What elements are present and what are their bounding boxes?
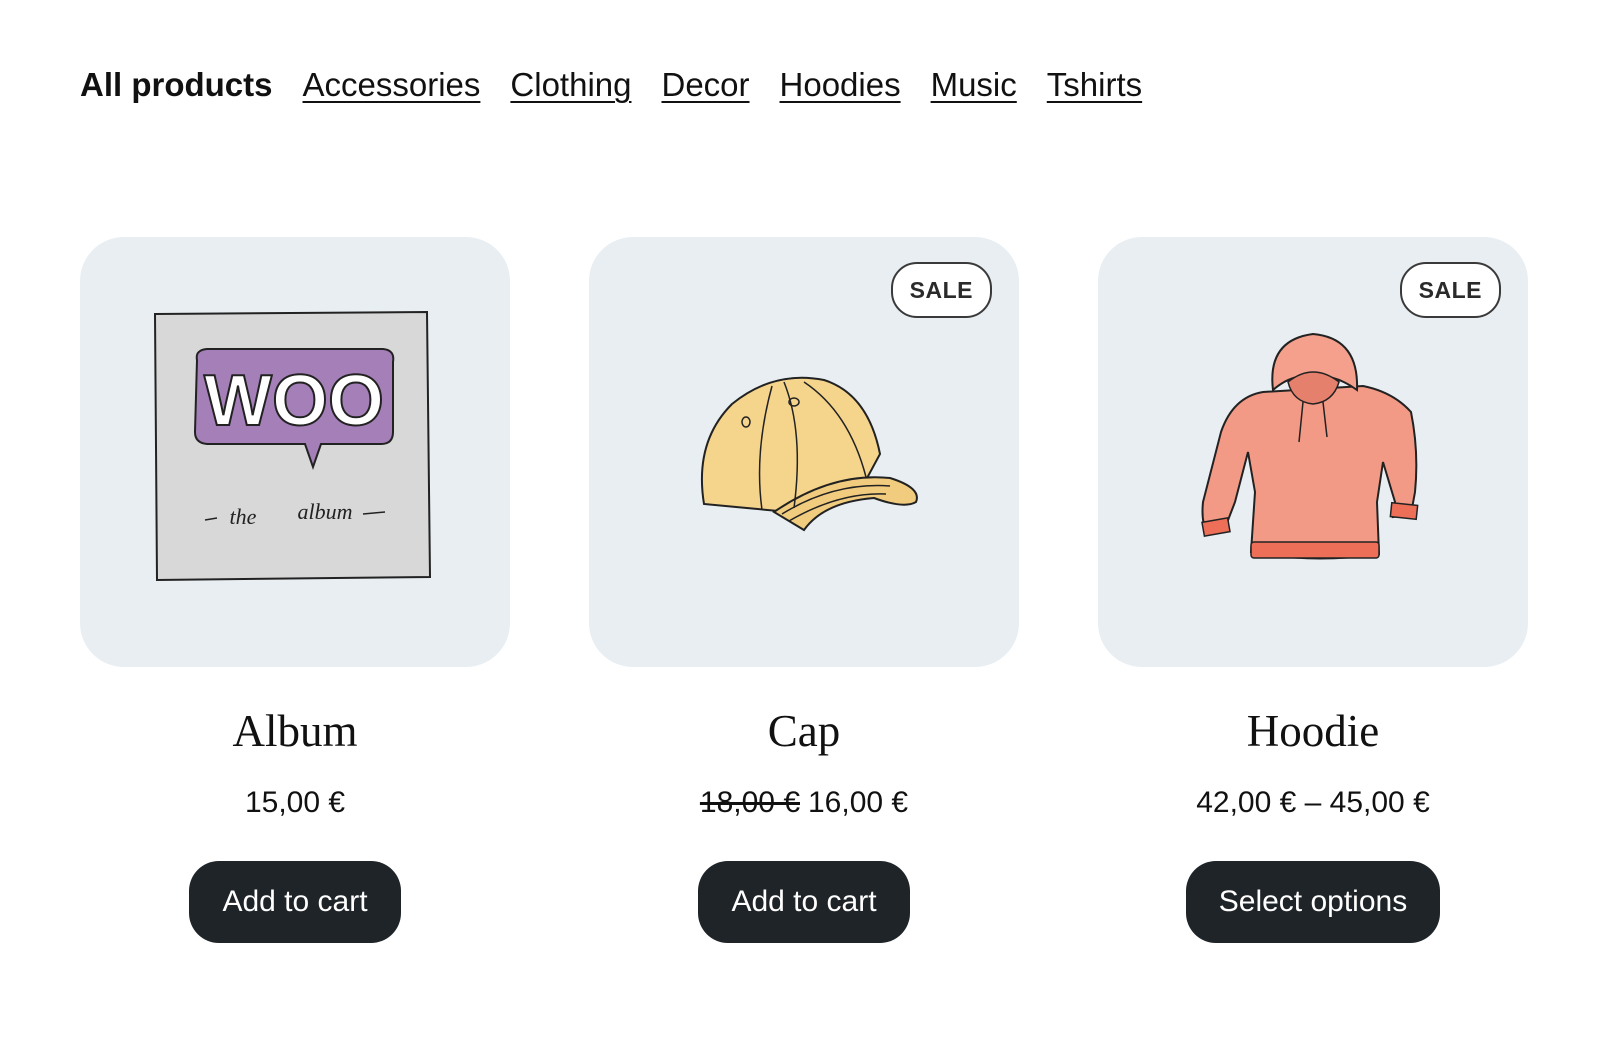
select-options-button-hoodie[interactable]: Select options	[1185, 861, 1441, 943]
product-price-hoodie: 42,00 € – 45,00 €	[1196, 783, 1430, 823]
price-original: 18,00 €	[699, 786, 800, 819]
category-link-music[interactable]: Music	[931, 66, 1017, 104]
add-to-cart-button-cap[interactable]: Add to cart	[698, 861, 910, 943]
product-card-hoodie: SALE Hoodie 42,00 € – 45,00 € Select opt…	[1098, 237, 1528, 943]
product-title-cap[interactable]: Cap	[768, 703, 841, 759]
category-nav: All products Accessories Clothing Decor …	[80, 66, 1142, 104]
category-link-hoodies[interactable]: Hoodies	[780, 66, 901, 104]
price-current: 16,00 €	[808, 786, 909, 819]
category-link-decor[interactable]: Decor	[661, 66, 749, 104]
product-grid: WOO the album Album 15,00 € Add to cart …	[80, 237, 1528, 943]
album-caption-the: the	[230, 504, 257, 529]
product-image-hoodie[interactable]: SALE	[1098, 237, 1528, 667]
category-all-products: All products	[80, 66, 273, 103]
sale-badge: SALE	[890, 262, 992, 318]
product-card-cap: SALE Cap 18,00 €16,00 € Add to cart	[589, 237, 1019, 943]
price-range: 42,00 € – 45,00 €	[1196, 786, 1430, 819]
category-link-clothing[interactable]: Clothing	[510, 66, 631, 104]
add-to-cart-button-album[interactable]: Add to cart	[189, 861, 401, 943]
category-link-accessories[interactable]: Accessories	[303, 66, 481, 104]
product-title-hoodie[interactable]: Hoodie	[1247, 703, 1379, 759]
product-image-cap[interactable]: SALE	[589, 237, 1019, 667]
category-link-tshirts[interactable]: Tshirts	[1047, 66, 1142, 104]
product-price-album: 15,00 €	[245, 783, 345, 823]
cap-icon	[700, 376, 918, 532]
sale-badge: SALE	[1399, 262, 1501, 318]
album-cover-text: WOO	[204, 361, 384, 441]
product-image-album[interactable]: WOO the album	[80, 237, 510, 667]
product-title-album[interactable]: Album	[232, 703, 357, 759]
album-cover-icon: WOO the album	[153, 310, 432, 582]
product-price-cap: 18,00 €16,00 €	[700, 783, 908, 823]
album-caption-album: album	[298, 499, 353, 524]
price-current: 15,00 €	[244, 786, 346, 819]
hoodie-icon	[1201, 332, 1419, 560]
product-card-album: WOO the album Album 15,00 € Add to cart	[80, 237, 510, 943]
